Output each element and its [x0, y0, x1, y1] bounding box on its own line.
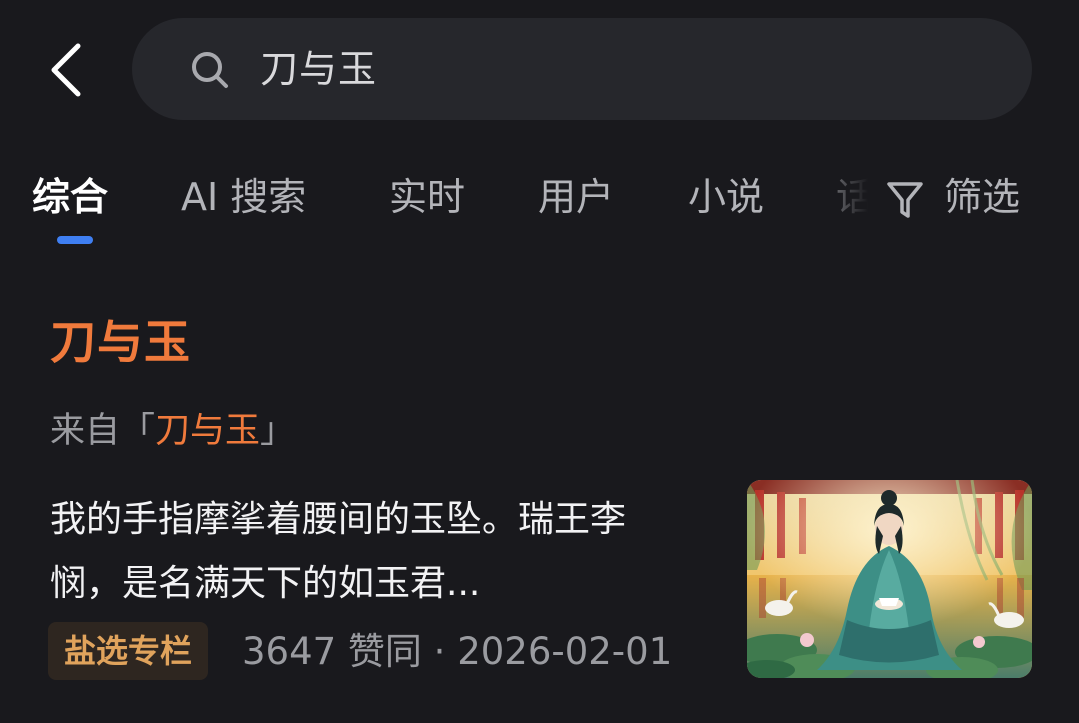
tab-bar: 综合 AI 搜索 实时 用户 小说 话 筛选 [0, 160, 1079, 250]
tab-users[interactable]: 用户 [538, 172, 614, 222]
tab-novels[interactable]: 小说 [688, 172, 764, 222]
tab-ai-search[interactable]: AI 搜索 [181, 172, 306, 222]
tab-all[interactable]: 综合 [32, 172, 108, 222]
result-title[interactable]: 刀与玉 [50, 312, 191, 372]
vote-count-and-date: 3647 赞同 · 2026-02-01 [242, 630, 673, 673]
back-button[interactable] [40, 40, 90, 100]
column-badge: 盐选专栏 [48, 622, 209, 680]
source-suffix: 」 [260, 411, 296, 451]
source-name[interactable]: 刀与玉 [155, 411, 260, 451]
search-bar[interactable]: 刀与玉 [132, 18, 1032, 120]
source-prefix: 来自「 [50, 411, 156, 451]
filter-button[interactable]: 筛选 [870, 160, 1079, 250]
funnel-icon [887, 182, 923, 218]
search-query[interactable]: 刀与玉 [260, 44, 377, 94]
result-snippet[interactable]: 我的手指摩挲着腰间的玉坠。瑞王李悯，是名满天下的如玉君... [50, 488, 690, 616]
tab-realtime[interactable]: 实时 [389, 172, 465, 222]
filter-label: 筛选 [944, 175, 1021, 219]
result-source[interactable]: 来自「刀与玉」 [50, 406, 295, 456]
active-tab-indicator [57, 236, 93, 244]
chevron-left-icon [51, 43, 81, 97]
tab-overflow-fade [800, 160, 880, 250]
search-icon [192, 52, 228, 88]
illustration-woman-in-palace-courtyard [747, 480, 1032, 678]
result-thumbnail[interactable] [747, 480, 1032, 678]
